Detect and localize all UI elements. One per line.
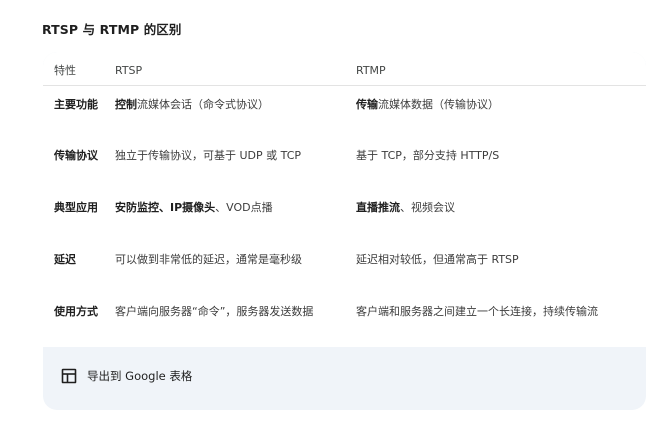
rtmp-cell-emphasis: 直播推流 [356,201,400,214]
rtsp-cell: 客户端向服务器“命令”，服务器发送数据 [115,293,356,345]
page-title: RTSP 与 RTMP 的区别 [42,22,182,37]
rtmp-cell-emphasis: 传输 [356,97,378,111]
export-label: 导出到 Google 表格 [87,368,193,383]
rtsp-cell: 安防监控、IP摄像头、VOD点播 [115,189,356,241]
rtsp-cell: 独立于传输协议，可基于 UDP 或 TCP [115,137,356,189]
row-feature: 传输协议 [54,149,98,162]
table-row: 使用方式 客户端向服务器“命令”，服务器发送数据 客户端和服务器之间建立一个长连… [43,293,646,345]
header-rtmp: RTMP [356,52,646,86]
header-rtsp: RTSP [115,52,356,86]
table-row: 传输协议 独立于传输协议，可基于 UDP 或 TCP 基于 TCP，部分支持 H… [43,137,646,189]
rtsp-cell-text: 流媒体会话（命令式协议） [137,97,269,111]
rtsp-cell-text: 独立于传输协议，可基于 UDP 或 TCP [115,149,302,162]
rtsp-cell-emphasis: 安防监控、IP摄像头 [115,201,216,214]
rtmp-cell-text: 、视频会议 [400,201,455,214]
row-feature: 主要功能 [54,97,98,111]
comparison-table: 特性 RTSP RTMP 主要功能 控制流媒体会话（命令式协议） 传输流媒体数据… [43,52,646,345]
rtsp-cell-text: 、VOD点播 [215,201,273,214]
table-container: 特性 RTSP RTMP 主要功能 控制流媒体会话（命令式协议） 传输流媒体数据… [43,52,646,347]
rtmp-cell: 基于 TCP，部分支持 HTTP/S [356,137,646,189]
table-footer: 导出到 Google 表格 [43,347,646,410]
rtmp-cell: 延迟相对较低，但通常高于 RTSP [356,241,646,293]
table-grid-icon [61,368,77,384]
row-feature: 典型应用 [54,201,98,214]
header-feature: 特性 [43,52,115,86]
table-row: 典型应用 安防监控、IP摄像头、VOD点播 直播推流、视频会议 [43,189,646,241]
rtmp-cell-text: 延迟相对较低，但通常高于 RTSP [356,253,519,266]
table-header-row: 特性 RTSP RTMP [43,52,646,86]
table-row: 主要功能 控制流媒体会话（命令式协议） 传输流媒体数据（传输协议） [43,85,646,137]
table-row: 延迟 可以做到非常低的延迟，通常是毫秒级 延迟相对较低，但通常高于 RTSP [43,241,646,293]
row-feature: 使用方式 [54,305,98,318]
rtmp-cell: 传输流媒体数据（传输协议） [356,85,646,137]
rtsp-cell-emphasis: 控制 [115,97,137,111]
rtmp-cell-text: 基于 TCP，部分支持 HTTP/S [356,149,500,162]
rtsp-cell-text: 客户端向服务器“命令”，服务器发送数据 [115,305,314,318]
rtsp-cell: 可以做到非常低的延迟，通常是毫秒级 [115,241,356,293]
rtsp-cell: 控制流媒体会话（命令式协议） [115,85,356,137]
rtmp-cell-text: 客户端和服务器之间建立一个长连接，持续传输流 [356,305,598,318]
rtmp-cell-text: 流媒体数据（传输协议） [378,97,499,111]
rtmp-cell: 直播推流、视频会议 [356,189,646,241]
rtsp-cell-text: 可以做到非常低的延迟，通常是毫秒级 [115,253,302,266]
comparison-card: 特性 RTSP RTMP 主要功能 控制流媒体会话（命令式协议） 传输流媒体数据… [43,52,646,410]
rtmp-cell: 客户端和服务器之间建立一个长连接，持续传输流 [356,293,646,345]
row-feature: 延迟 [54,253,76,266]
export-to-sheets-button[interactable]: 导出到 Google 表格 [61,368,192,384]
